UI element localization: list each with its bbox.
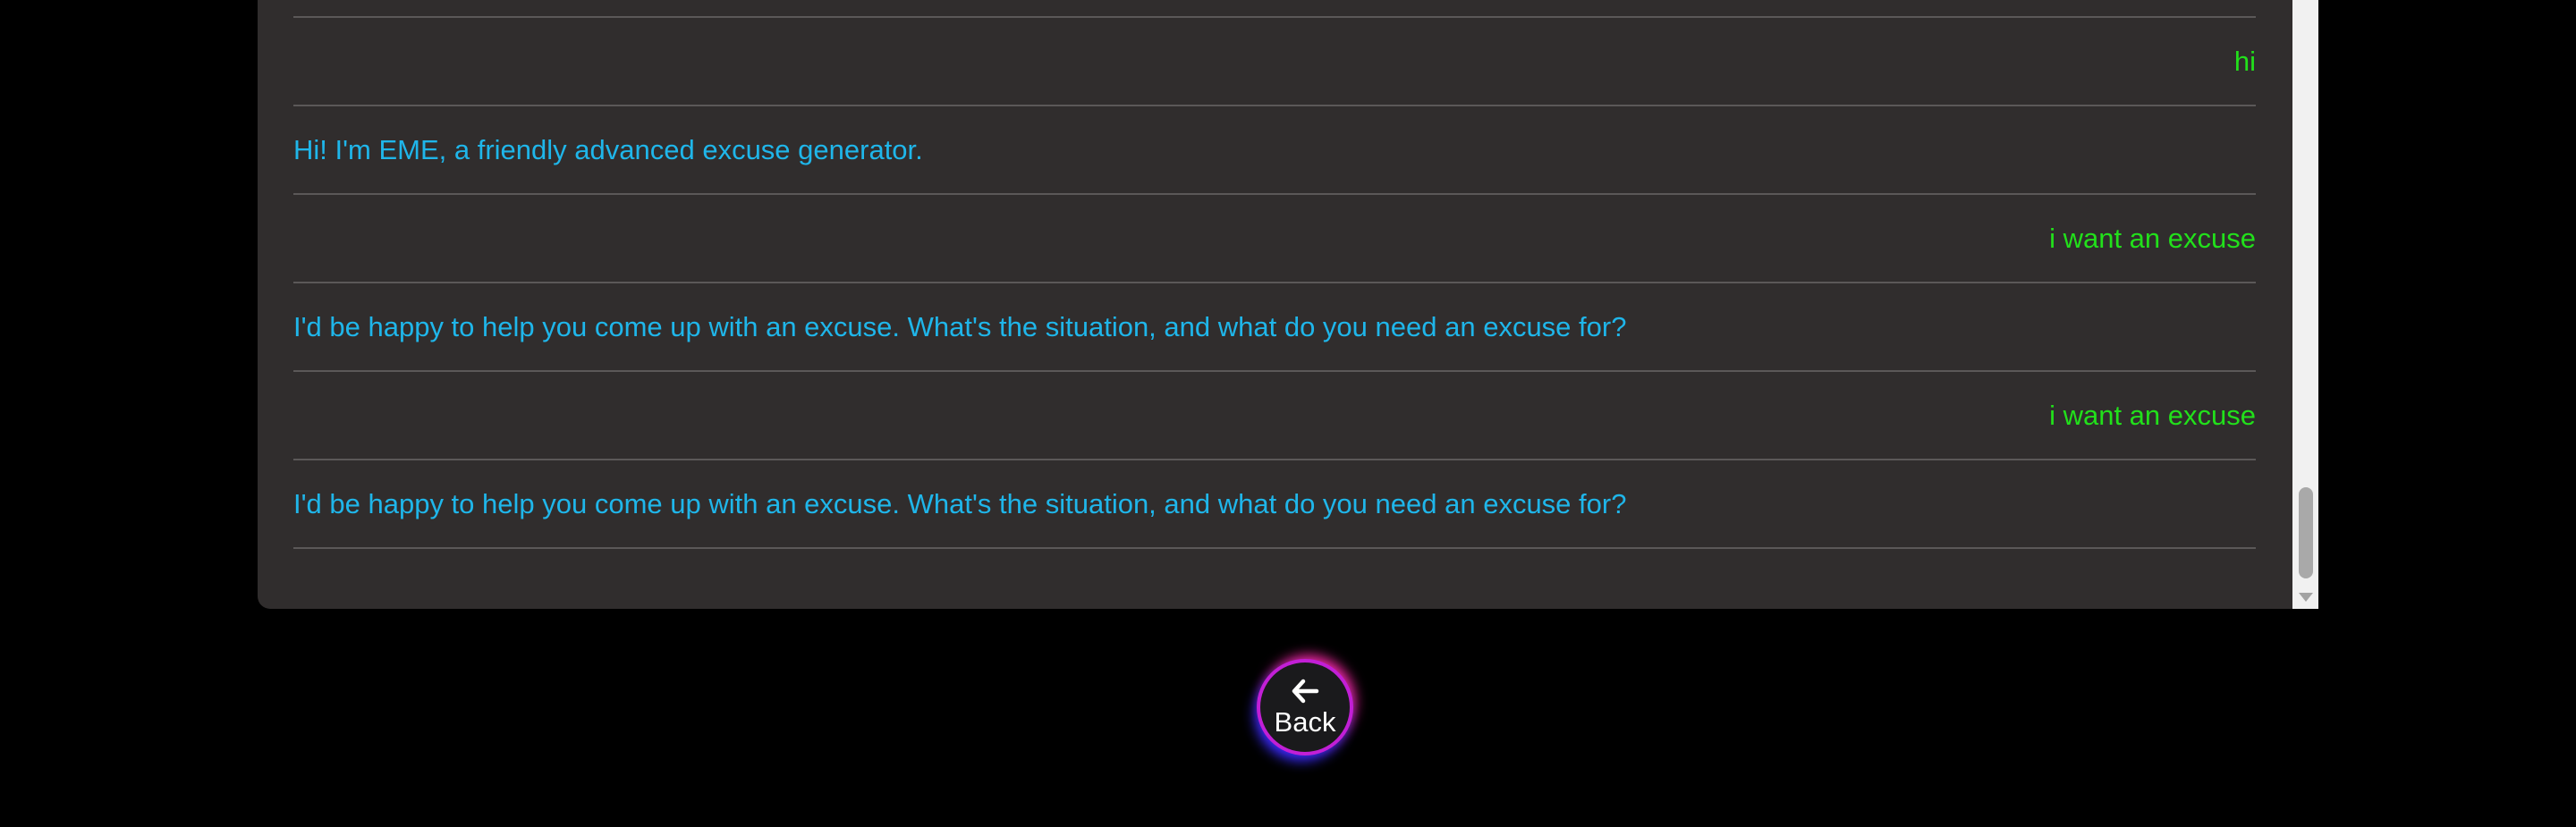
message-text: hi: [2233, 45, 2256, 77]
bot-message: Hi! I'm EME, a friendly advanced excuse …: [293, 106, 2256, 195]
page: hi Hi! I'm EME, a friendly advanced excu…: [0, 0, 2576, 827]
chat-log: hi Hi! I'm EME, a friendly advanced excu…: [293, 0, 2256, 609]
back-button[interactable]: Back: [1260, 662, 1350, 752]
scroll-down-arrow-icon[interactable]: [2299, 593, 2313, 602]
message-text: I'd be happy to help you come up with an…: [293, 310, 1627, 342]
user-message: i want an excuse: [293, 195, 2256, 283]
back-button-label: Back: [1274, 705, 1336, 738]
scrollbar-thumb[interactable]: [2299, 487, 2313, 578]
chat-divider: [293, 0, 2256, 18]
message-text: i want an excuse: [2049, 222, 2256, 254]
arrow-left-icon: [1292, 679, 1319, 703]
user-message: i want an excuse: [293, 372, 2256, 460]
chat-scrollbar[interactable]: [2292, 0, 2318, 609]
bot-message: I'd be happy to help you come up with an…: [293, 460, 2256, 549]
message-text: I'd be happy to help you come up with an…: [293, 487, 1627, 519]
bot-message: I'd be happy to help you come up with an…: [293, 283, 2256, 372]
user-message: hi: [293, 18, 2256, 106]
message-text: i want an excuse: [2049, 399, 2256, 431]
message-text: Hi! I'm EME, a friendly advanced excuse …: [293, 133, 923, 165]
chat-panel: hi Hi! I'm EME, a friendly advanced excu…: [258, 0, 2318, 609]
